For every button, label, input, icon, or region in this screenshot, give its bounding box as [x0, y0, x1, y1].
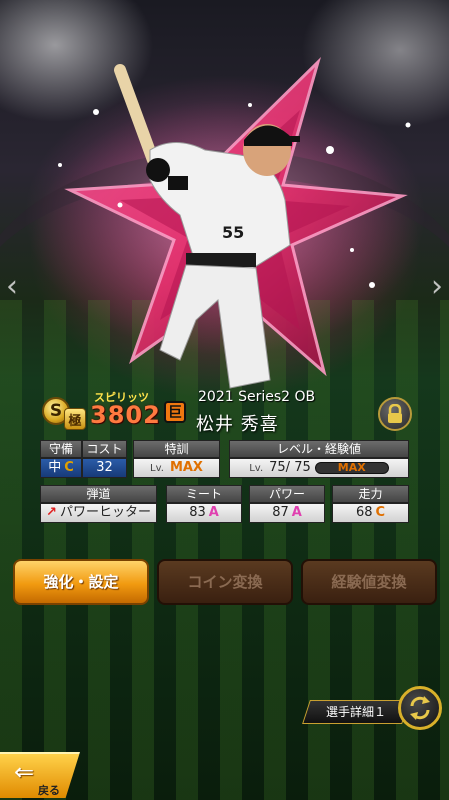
enhance-button[interactable]: 強化・設定 — [13, 559, 149, 605]
level-cell: レベル・経験値 Lv. 75/ 75 MAX — [229, 440, 409, 478]
team-logo: 巨 — [164, 401, 186, 423]
trajectory-value: パワーヒッター — [59, 505, 151, 520]
meet-label: ミート — [166, 485, 242, 503]
player-detail-button[interactable]: 選手詳細１ — [302, 700, 410, 724]
sparkle — [369, 282, 375, 288]
back-arrow-icon: ⇐ — [14, 758, 35, 786]
training-value-box: Lv. MAX — [133, 458, 220, 478]
meet-value-box: 83 A — [166, 503, 242, 523]
player-name: 松井 秀喜 — [196, 414, 279, 435]
meet-grade: A — [208, 505, 219, 520]
training-label: 特訓 — [133, 440, 220, 458]
power-cell: パワー 87 A — [249, 485, 325, 523]
swap-icon[interactable] — [398, 686, 442, 730]
cost-cell: コスト 32 — [82, 440, 127, 478]
position-value: 中 — [48, 460, 62, 475]
meet-value: 83 — [189, 505, 206, 520]
cost-value: 32 — [82, 458, 127, 478]
speed-value-box: 68 C — [332, 503, 409, 523]
position-grade: C — [64, 460, 74, 475]
sparkle — [326, 146, 334, 154]
exp-convert-button[interactable]: 経験値変換 — [301, 559, 437, 605]
next-card-arrow-icon[interactable]: › — [431, 272, 443, 302]
coin-convert-button[interactable]: コイン変換 — [157, 559, 293, 605]
level-value-box: Lv. 75/ 75 MAX — [229, 458, 409, 478]
meet-cell: ミート 83 A — [166, 485, 242, 523]
sparkle — [58, 163, 62, 167]
lock-glyph — [388, 404, 402, 423]
uniform-number: 55 — [222, 223, 244, 242]
grade-badge: 極 — [64, 408, 86, 430]
spirits-value: 3802 — [90, 401, 161, 429]
power-grade: A — [291, 505, 302, 520]
trajectory-cell: 弾道 ↗ パワーヒッター — [40, 485, 157, 523]
position-cell: 守備 中C — [40, 440, 82, 478]
training-lv: Lv. — [150, 463, 164, 474]
series-label: 2021 Series2 OB — [198, 389, 316, 405]
sparkle — [350, 248, 354, 252]
swap-glyph — [410, 696, 430, 720]
card-scene: 55 ‹ › S 極 スピリッツ 3802 巨 2021 Series2 OB … — [0, 0, 449, 800]
training-value: MAX — [169, 460, 203, 475]
speed-label: 走力 — [332, 485, 409, 503]
exp-bar: MAX — [314, 461, 389, 474]
level-lv: Lv. — [249, 463, 264, 474]
sparkle — [248, 103, 252, 107]
position-value-box: 中C — [40, 458, 82, 478]
power-value: 87 — [272, 505, 289, 520]
sparkle — [93, 109, 99, 115]
power-value-box: 87 A — [249, 503, 325, 523]
speed-cell: 走力 68 C — [332, 485, 409, 523]
training-cell: 特訓 Lv. MAX — [133, 440, 220, 478]
level-label: レベル・経験値 — [229, 440, 409, 458]
prev-card-arrow-icon[interactable]: ‹ — [6, 272, 18, 302]
arrow-up-right-icon: ↗ — [46, 505, 57, 520]
level-value: 75/ 75 — [269, 460, 311, 475]
sparkle — [405, 122, 411, 128]
trajectory-value-box: ↗ パワーヒッター — [40, 503, 157, 523]
sparkle — [117, 202, 123, 208]
back-label: 戻る — [38, 784, 60, 797]
speed-value: 68 — [355, 505, 373, 520]
power-label: パワー — [249, 485, 325, 503]
cost-label: コスト — [82, 440, 127, 458]
position-label: 守備 — [40, 440, 82, 458]
speed-grade: C — [375, 505, 386, 520]
lock-icon[interactable] — [378, 397, 412, 431]
player-detail-label: 選手詳細１ — [325, 705, 386, 719]
trajectory-label: 弾道 — [40, 485, 157, 503]
